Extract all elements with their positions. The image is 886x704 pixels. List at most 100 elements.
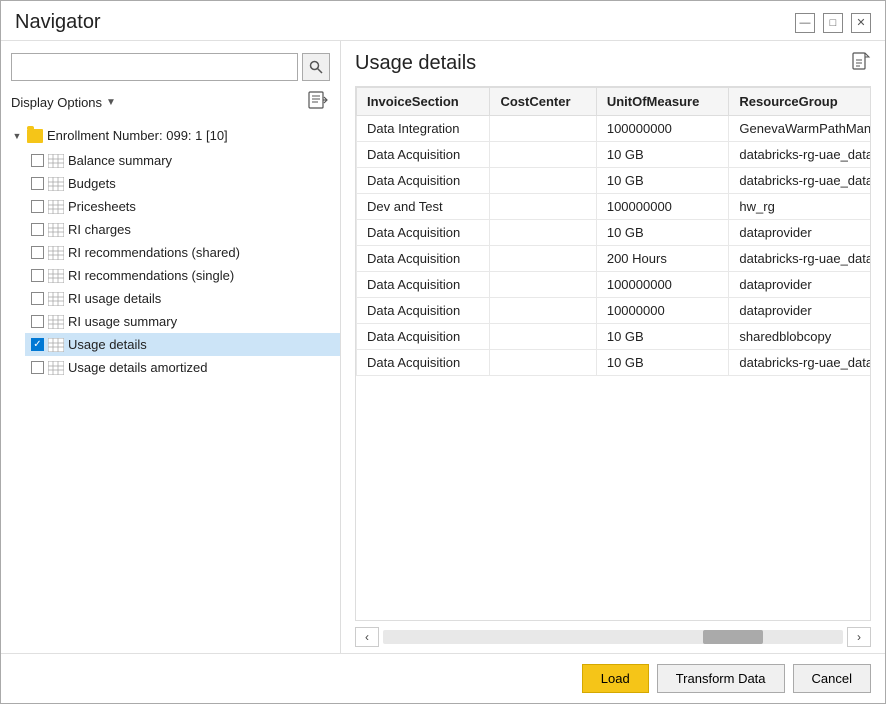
table-cell: 10 GB: [596, 142, 729, 168]
scroll-thumb[interactable]: [703, 630, 763, 644]
load-button[interactable]: Load: [582, 664, 649, 693]
table-cell: Data Acquisition: [357, 142, 490, 168]
table-row: Dev and Test 100000000hw_rg: [357, 194, 872, 220]
label-usage-details-amortized: Usage details amortized: [68, 360, 207, 375]
tree-item-budgets[interactable]: Budgets: [25, 172, 340, 195]
table-cell: 100000000: [596, 116, 729, 142]
label-ri-charges: RI charges: [68, 222, 131, 237]
export-icon: [851, 51, 871, 71]
left-panel: Display Options ▼: [1, 41, 341, 653]
transform-data-button[interactable]: Transform Data: [657, 664, 785, 693]
tree-root[interactable]: ▼ Enrollment Number: 099: 1 [10]: [5, 124, 340, 149]
table-row: Data Acquisition10 GBdatabricks-rg-uae_d…: [357, 168, 872, 194]
checkbox-usage-details[interactable]: ✓: [31, 338, 44, 351]
table-cell: Dev and Test: [357, 194, 490, 220]
table-cell: 100000000: [596, 272, 729, 298]
tree-item-pricesheets[interactable]: Pricesheets: [25, 195, 340, 218]
table-icon-ri-usage-summary: [48, 315, 64, 329]
horizontal-scrollbar: ‹ ›: [355, 621, 871, 653]
dialog-title: Navigator: [15, 11, 101, 34]
checkbox-ri-usage-summary[interactable]: [31, 315, 44, 328]
table-cell: dataprovider: [729, 220, 871, 246]
checkbox-ri-usage-details[interactable]: [31, 292, 44, 305]
tree-item-ri-rec-single[interactable]: RI recommendations (single): [25, 264, 340, 287]
scroll-right-button[interactable]: ›: [847, 627, 871, 647]
table-cell: databricks-rg-uae_databricks-: [729, 168, 871, 194]
checkbox-ri-rec-shared[interactable]: [31, 246, 44, 259]
right-panel: Usage details InvoiceSecti: [341, 41, 885, 653]
table-cell: [490, 194, 596, 220]
tree-item-ri-usage-details[interactable]: RI usage details: [25, 287, 340, 310]
table-row: Data Acquisition10 GBdataprovider: [357, 220, 872, 246]
checkbox-ri-charges[interactable]: [31, 223, 44, 236]
scroll-track[interactable]: [383, 630, 843, 644]
right-panel-title: Usage details: [355, 52, 476, 75]
table-cell: hw_rg: [729, 194, 871, 220]
restore-button[interactable]: □: [823, 13, 843, 33]
checkbox-budgets[interactable]: [31, 177, 44, 190]
close-button[interactable]: ✕: [851, 13, 871, 33]
table-row: Data Acquisition10 GBdatabricks-rg-uae_d…: [357, 350, 872, 376]
table-cell: Data Acquisition: [357, 350, 490, 376]
table-cell: Data Acquisition: [357, 298, 490, 324]
table-cell: [490, 246, 596, 272]
col-header-resource-group: ResourceGroup: [729, 88, 871, 116]
table-header-row: InvoiceSection CostCenter UnitOfMeasure …: [357, 88, 872, 116]
col-header-invoice-section: InvoiceSection: [357, 88, 490, 116]
table-icon-ri-charges: [48, 223, 64, 237]
table-cell: 200 Hours: [596, 246, 729, 272]
table-cell: [490, 168, 596, 194]
import-icon: [308, 91, 328, 109]
table-row: Data Acquisition10 GBdatabricks-rg-uae_d…: [357, 142, 872, 168]
scroll-left-button[interactable]: ‹: [355, 627, 379, 647]
cancel-button[interactable]: Cancel: [793, 664, 871, 693]
table-cell: Data Acquisition: [357, 220, 490, 246]
table-cell: dataprovider: [729, 272, 871, 298]
label-ri-usage-summary: RI usage summary: [68, 314, 177, 329]
checkbox-balance-summary[interactable]: [31, 154, 44, 167]
table-cell: Data Acquisition: [357, 246, 490, 272]
table-cell: databricks-rg-uae_databricks-: [729, 246, 871, 272]
table-cell: Data Acquisition: [357, 168, 490, 194]
table-row: Data Acquisition10000000dataprovider: [357, 298, 872, 324]
minimize-button[interactable]: —: [795, 13, 815, 33]
table-icon-ri-rec-shared: [48, 246, 64, 260]
search-icon: [309, 60, 323, 74]
export-icon-button[interactable]: [851, 51, 871, 76]
table-icon-balance-summary: [48, 154, 64, 168]
table-cell: Data Integration: [357, 116, 490, 142]
tree-item-balance-summary[interactable]: Balance summary: [25, 149, 340, 172]
table-cell: [490, 324, 596, 350]
display-options-button[interactable]: Display Options ▼: [11, 95, 116, 110]
label-ri-rec-single: RI recommendations (single): [68, 268, 234, 283]
tree-item-ri-charges[interactable]: RI charges: [25, 218, 340, 241]
search-button[interactable]: [302, 53, 330, 81]
checkbox-pricesheets[interactable]: [31, 200, 44, 213]
checkbox-ri-rec-single[interactable]: [31, 269, 44, 282]
table-cell: sharedblobcopy: [729, 324, 871, 350]
table-row: Data Acquisition100000000dataprovider: [357, 272, 872, 298]
checkbox-usage-details-amortized[interactable]: [31, 361, 44, 374]
tree-item-ri-usage-summary[interactable]: RI usage summary: [25, 310, 340, 333]
table-cell: 10000000: [596, 298, 729, 324]
table-cell: [490, 298, 596, 324]
display-options-label: Display Options: [11, 95, 102, 110]
table-row: Data Acquisition10 GBsharedblobcopy: [357, 324, 872, 350]
tree-item-usage-details-amortized[interactable]: Usage details amortized: [25, 356, 340, 379]
tree-item-ri-rec-shared[interactable]: RI recommendations (shared): [25, 241, 340, 264]
table-cell: 10 GB: [596, 350, 729, 376]
data-table: InvoiceSection CostCenter UnitOfMeasure …: [356, 87, 871, 376]
label-budgets: Budgets: [68, 176, 116, 191]
table-icon-pricesheets: [48, 200, 64, 214]
import-icon-button[interactable]: [306, 89, 330, 116]
tree-items: Balance summary Budgets: [25, 149, 340, 379]
table-cell: Data Acquisition: [357, 324, 490, 350]
search-input[interactable]: [11, 53, 298, 81]
table-row: Data Integration100000000GenevaWarmPathM…: [357, 116, 872, 142]
col-header-cost-center: CostCenter: [490, 88, 596, 116]
tree-item-usage-details[interactable]: ✓ Usage details: [25, 333, 340, 356]
data-table-container: InvoiceSection CostCenter UnitOfMeasure …: [355, 86, 871, 621]
chevron-down-icon: ▼: [106, 97, 116, 108]
table-cell: [490, 350, 596, 376]
table-cell: 100000000: [596, 194, 729, 220]
